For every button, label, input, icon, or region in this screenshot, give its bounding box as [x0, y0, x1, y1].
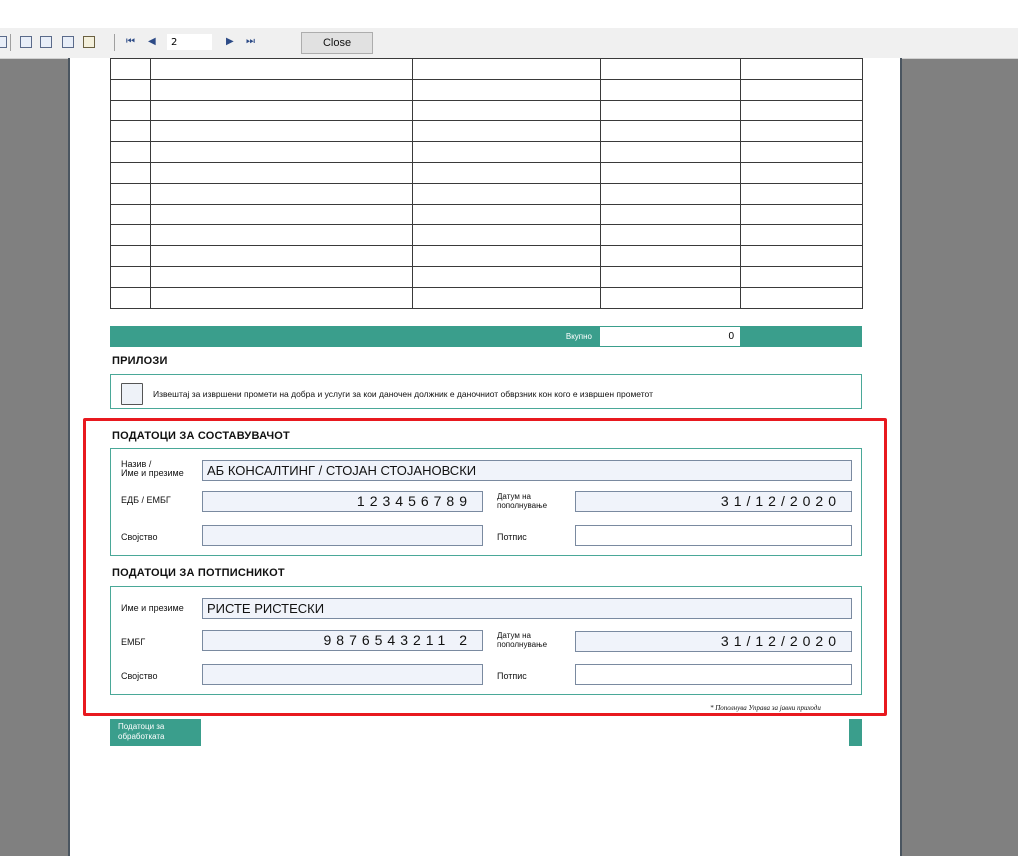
print-icon[interactable] — [0, 36, 7, 48]
page-number-input[interactable] — [167, 34, 212, 50]
table-row — [110, 58, 863, 80]
page-layout-icon[interactable] — [20, 36, 32, 48]
compiler-date-label: Датум на пополнување — [497, 492, 548, 510]
table-row — [110, 161, 863, 184]
processing-row: Податоци за обработката — [110, 719, 862, 746]
signatory-date-label: Датум на пополнување — [497, 631, 548, 649]
table-row — [110, 141, 863, 163]
table-row — [110, 265, 863, 288]
compiler-edb-label: ЕДБ / ЕМБГ — [121, 495, 171, 505]
signatory-role-label: Својство — [121, 671, 158, 681]
signatory-embg-field[interactable]: 9876543211 2 — [202, 630, 483, 651]
compiler-date-field[interactable]: 31/12/2020 — [575, 491, 852, 512]
compiler-name-field[interactable]: АБ КОНСАЛТИНГ / СТОЈАН СТОЈАНОВСКИ — [202, 460, 852, 481]
attachment-checkbox[interactable] — [121, 383, 143, 405]
signatory-signature-field[interactable] — [575, 664, 852, 685]
book-icon[interactable] — [62, 36, 74, 48]
toolbar-separator — [10, 34, 11, 51]
compiler-name-label: Назив / Име и презиме — [121, 459, 184, 478]
signatory-name-field[interactable]: РИСТЕ РИСТЕСКИ — [202, 598, 852, 619]
report-toolbar: ⏮ ◀ ▶ ⏭ — [0, 28, 1018, 59]
close-button[interactable]: Close — [301, 32, 373, 54]
table-row — [110, 245, 863, 267]
compiler-signature-label: Потпис — [497, 532, 527, 542]
signatory-section-title: ПОДАТОЦИ ЗА ПОТПИСНИКОТ — [112, 567, 285, 579]
report-page: Вкупно 0 ПРИЛОЗИ Извештај за извршени пр… — [68, 58, 902, 856]
prev-page-icon[interactable]: ◀ — [148, 35, 156, 49]
compiler-edb-field[interactable]: 123456789 — [202, 491, 483, 512]
compiler-role-label: Својство — [121, 532, 158, 542]
edit-icon[interactable] — [83, 36, 95, 48]
table-row — [110, 203, 863, 226]
compiler-role-field[interactable] — [202, 525, 483, 546]
signatory-box: Име и презиме РИСТЕ РИСТЕСКИ ЕМБГ 987654… — [110, 586, 862, 695]
table-row — [110, 182, 863, 205]
page-setup-icon[interactable] — [40, 36, 52, 48]
table-row — [110, 120, 863, 143]
table-row — [110, 78, 863, 101]
attachment-checkbox-label: Извештај за извршени промети на добра и … — [153, 389, 653, 399]
attachments-title: ПРИЛОЗИ — [112, 355, 168, 367]
signatory-embg-label: ЕМБГ — [121, 637, 146, 647]
attachments-box: Извештај за извршени промети на добра и … — [110, 374, 862, 409]
next-page-icon[interactable]: ▶ — [226, 35, 234, 49]
last-page-icon[interactable]: ⏭ — [246, 35, 255, 49]
total-row: Вкупно 0 — [110, 326, 862, 347]
processing-field[interactable] — [201, 719, 849, 746]
table-row — [110, 224, 863, 247]
window-top-bar — [0, 0, 1018, 29]
signatory-name-label: Име и презиме — [121, 603, 184, 613]
first-page-icon[interactable]: ⏮ — [126, 35, 135, 49]
footnote: * Пополнува Управа за јавни приходи — [710, 704, 821, 712]
table-row — [110, 286, 863, 309]
table-row — [110, 99, 863, 122]
compiler-signature-field[interactable] — [575, 525, 852, 546]
items-table — [110, 58, 863, 309]
signatory-date-field[interactable]: 31/12/2020 — [575, 631, 852, 652]
compiler-box: Назив / Име и презиме АБ КОНСАЛТИНГ / СТ… — [110, 448, 862, 556]
processing-label: Податоци за обработката — [118, 722, 165, 741]
total-label: Вкупно — [565, 332, 592, 341]
toolbar-separator — [114, 34, 115, 51]
compiler-section-title: ПОДАТОЦИ ЗА СОСТАВУВАЧОТ — [112, 430, 290, 442]
signatory-role-field[interactable] — [202, 664, 483, 685]
total-value: 0 — [600, 327, 740, 346]
signatory-signature-label: Потпис — [497, 671, 527, 681]
